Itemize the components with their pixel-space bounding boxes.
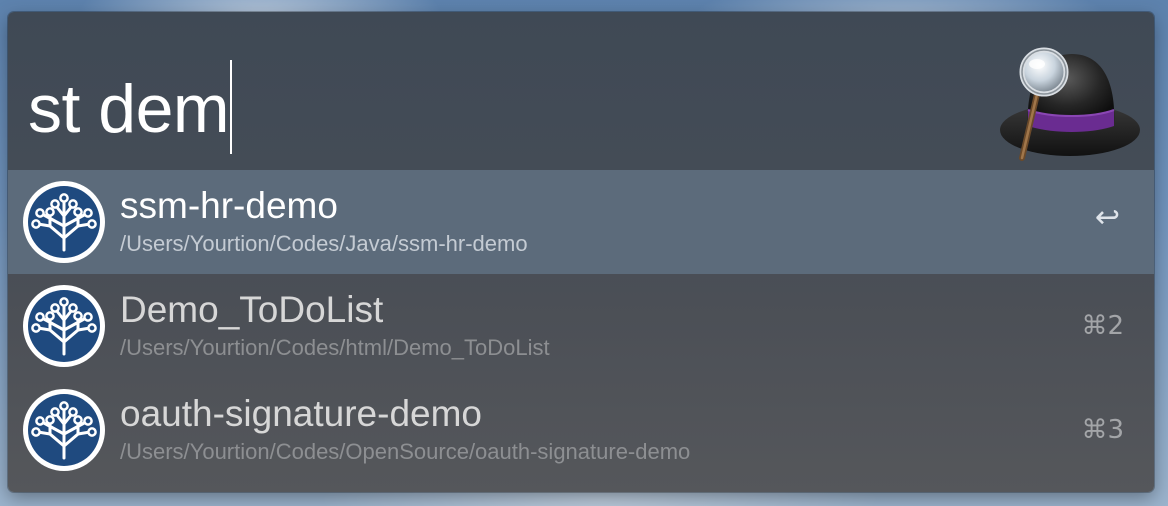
sourcetree-icon [22,388,106,472]
result-subtitle: /Users/Yourtion/Codes/OpenSource/oauth-s… [120,439,691,464]
search-area: st dem [8,12,1154,170]
search-input[interactable]: st dem [28,60,233,154]
alfred-hat-icon [1000,47,1140,161]
result-row[interactable]: ssm-hr-demo /Users/Yourtion/Codes/Java/s… [8,170,1154,274]
shortcut-label: ⌘3 [1081,415,1124,445]
shortcut-label: ⌘2 [1081,311,1124,341]
return-key-icon: ↩ [1094,200,1120,235]
result-title: oauth-signature-demo [120,393,482,434]
sourcetree-icon [22,180,106,264]
alfred-window: st dem ssm-hr-demo /Users/Yourtion/Codes… [8,12,1154,492]
result-subtitle: /Users/Yourtion/Codes/Java/ssm-hr-demo [120,231,528,256]
result-subtitle: /Users/Yourtion/Codes/html/Demo_ToDoList [120,335,550,360]
sourcetree-icon [22,284,106,368]
results-list: ssm-hr-demo /Users/Yourtion/Codes/Java/s… [8,170,1154,482]
search-query-text: st dem [28,71,230,147]
result-title: Demo_ToDoList [120,289,384,330]
text-caret [230,60,233,154]
result-row[interactable]: oauth-signature-demo /Users/Yourtion/Cod… [8,378,1154,482]
result-title: ssm-hr-demo [120,185,338,226]
result-row[interactable]: Demo_ToDoList /Users/Yourtion/Codes/html… [8,274,1154,378]
